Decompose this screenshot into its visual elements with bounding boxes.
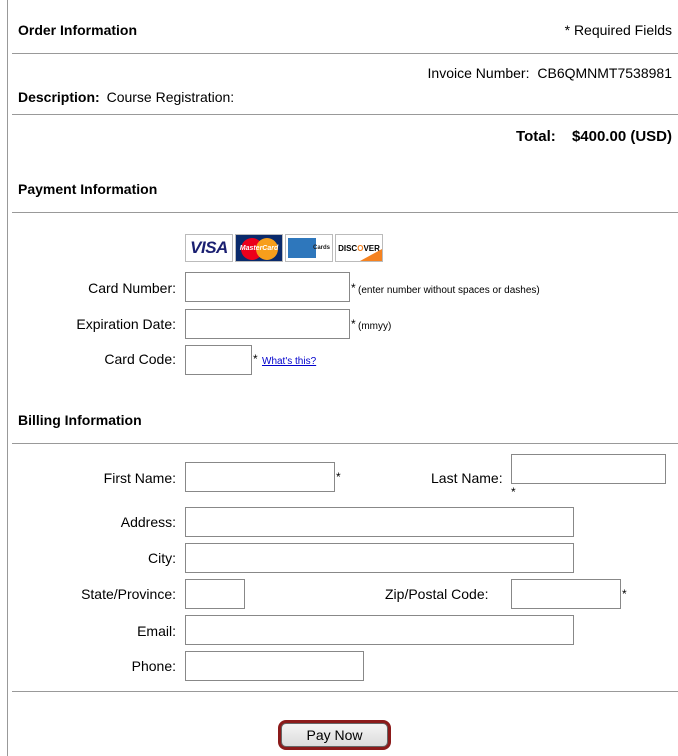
- total-label: Total:: [516, 128, 556, 145]
- divider: [12, 114, 678, 115]
- visa-logo-icon: VISA: [185, 234, 233, 262]
- divider: [12, 691, 678, 692]
- card-number-label: Card Number:: [88, 280, 176, 296]
- mastercard-logo-text: MasterCard: [239, 244, 279, 252]
- amex-logo-text: Cards: [312, 245, 330, 251]
- divider: [12, 212, 678, 213]
- required-mark: *: [351, 281, 356, 295]
- expiration-date-input[interactable]: [185, 309, 350, 339]
- discover-logo-icon: DISCOVER: [335, 234, 383, 262]
- discover-logo-text: DISCOVER: [338, 244, 380, 253]
- required-mark: *: [622, 587, 627, 601]
- zip-code-input[interactable]: [511, 579, 621, 609]
- state-province-input[interactable]: [185, 579, 245, 609]
- invoice-label: Invoice Number:: [427, 65, 530, 81]
- order-total: Total: $400.00 (USD): [516, 128, 672, 145]
- card-code-label: Card Code:: [104, 351, 176, 367]
- card-number-input[interactable]: [185, 272, 350, 302]
- accepted-cards: VISA MasterCard Cards DISCOVER: [185, 234, 383, 262]
- payment-info-heading: Payment Information: [18, 181, 158, 197]
- email-input[interactable]: [185, 615, 574, 645]
- last-name-label: Last Name:: [431, 470, 503, 486]
- visa-logo-text: VISA: [190, 238, 228, 257]
- discover-text-a: DISC: [338, 243, 358, 253]
- pay-now-highlight: Pay Now: [278, 720, 391, 750]
- first-name-input[interactable]: [185, 462, 335, 492]
- phone-label: Phone:: [131, 658, 176, 674]
- description: Description: Course Registration:: [18, 89, 234, 105]
- card-number-hint: (enter number without spaces or dashes): [358, 285, 540, 296]
- total-value: $400.00 (USD): [571, 128, 672, 145]
- expiration-date-label: Expiration Date:: [76, 316, 176, 332]
- description-label: Description:: [18, 89, 100, 105]
- left-border: [7, 0, 8, 756]
- last-name-input[interactable]: [511, 454, 666, 484]
- address-input[interactable]: [185, 507, 574, 537]
- description-value: Course Registration:: [106, 89, 235, 105]
- divider: [12, 443, 678, 444]
- zip-code-label: Zip/Postal Code:: [385, 586, 489, 602]
- billing-info-heading: Billing Information: [18, 412, 142, 428]
- state-province-label: State/Province:: [81, 586, 176, 602]
- discover-text-b: VER: [363, 243, 380, 253]
- required-mark: *: [511, 485, 516, 499]
- whats-this-link[interactable]: What's this?: [262, 356, 316, 367]
- mastercard-logo-icon: MasterCard: [235, 234, 283, 262]
- city-input[interactable]: [185, 543, 574, 573]
- first-name-label: First Name:: [103, 470, 176, 486]
- pay-now-button[interactable]: Pay Now: [281, 723, 388, 747]
- address-label: Address:: [120, 514, 176, 530]
- amex-logo-icon: Cards: [285, 234, 333, 262]
- required-mark: *: [253, 352, 258, 366]
- required-fields-note: * Required Fields: [564, 22, 672, 38]
- expiration-date-hint: (mmyy): [358, 321, 392, 332]
- city-label: City:: [148, 550, 176, 566]
- invoice-value: CB6QMNMT7538981: [537, 65, 672, 81]
- required-mark: *: [351, 317, 356, 331]
- required-mark: *: [336, 470, 341, 484]
- invoice-number: Invoice Number: CB6QMNMT7538981: [428, 65, 672, 81]
- order-info-heading: Order Information: [18, 22, 138, 38]
- email-label: Email:: [137, 623, 176, 639]
- divider: [12, 53, 678, 54]
- phone-input[interactable]: [185, 651, 364, 681]
- card-code-input[interactable]: [185, 345, 252, 375]
- amex-blue-box: [288, 238, 316, 258]
